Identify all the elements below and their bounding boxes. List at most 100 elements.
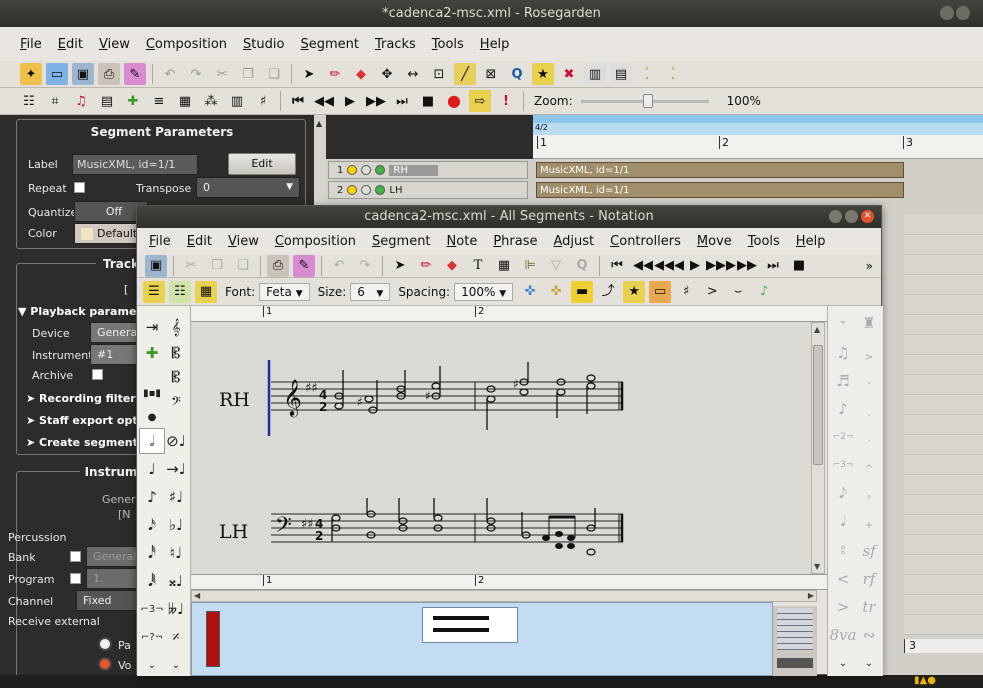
stop-icon[interactable]: ■ bbox=[417, 90, 439, 112]
beamed-sixteenths-icon[interactable]: ♬ bbox=[830, 368, 856, 394]
half-note-icon[interactable]: 𝅗𝅥 bbox=[139, 428, 165, 454]
forward-to-end-icon[interactable]: ⏭ bbox=[391, 90, 413, 112]
palette-more-icon[interactable]: ⌄ bbox=[139, 652, 165, 678]
open-icon[interactable]: ▭ bbox=[46, 63, 68, 85]
rest-quarter-icon[interactable]: - bbox=[856, 370, 882, 396]
panic-icon[interactable]: ! bbox=[495, 90, 517, 112]
notation-menu-controllers[interactable]: Controllers bbox=[602, 234, 689, 249]
notation-rewind-icon[interactable]: ◀◀ bbox=[632, 255, 654, 277]
vertical-scroll-thumb[interactable] bbox=[813, 345, 823, 465]
notation-stop-icon[interactable]: ■ bbox=[788, 255, 810, 277]
tuplet-3-icon[interactable]: ⌐3¬ bbox=[830, 452, 856, 478]
copy-icon[interactable]: ❐ bbox=[237, 63, 259, 85]
notation-print-icon[interactable]: ⎙ bbox=[267, 254, 289, 277]
notation-select-icon[interactable]: ➤ bbox=[389, 255, 411, 277]
cut-icon[interactable]: ✂ bbox=[211, 63, 233, 85]
tenor-clef-icon[interactable]: 𝄡 bbox=[163, 364, 189, 390]
devices-icon[interactable]: ▤ bbox=[610, 63, 632, 85]
print-icon[interactable]: ⎙ bbox=[98, 63, 120, 85]
notation-paste-icon[interactable]: ❏ bbox=[232, 255, 254, 277]
tie-icon[interactable]: ♪ bbox=[830, 396, 856, 422]
thirty-second-note-icon[interactable]: 𝅘𝅥𝅰 bbox=[139, 540, 165, 566]
chord-stack-icon[interactable]: ⦂ bbox=[830, 536, 856, 562]
notation-menu-note[interactable]: Note bbox=[439, 234, 486, 249]
rest-palette-more-icon[interactable]: ⌄ bbox=[830, 650, 856, 676]
bass-clef-icon[interactable]: 𝄢 bbox=[163, 390, 189, 416]
trill-icon[interactable]: tr bbox=[856, 594, 882, 620]
instrument-dropdown[interactable]: #1 bbox=[90, 344, 140, 365]
record-led-icon[interactable] bbox=[375, 185, 386, 195]
notation-top-ruler[interactable]: 1 2 bbox=[191, 306, 827, 322]
unknown-tuplet-icon[interactable]: ⌐?¬ bbox=[139, 624, 165, 650]
ottava-icon[interactable]: 8va bbox=[830, 622, 857, 648]
double-sharp-icon[interactable]: 𝄪♩ bbox=[163, 568, 189, 594]
notation-redo-icon[interactable]: ↷ bbox=[354, 255, 376, 277]
notation-bottom-ruler[interactable]: 1 2 bbox=[191, 574, 827, 590]
key-change-icon[interactable]: ♯ bbox=[675, 281, 697, 303]
grace-icon[interactable]: ● bbox=[139, 404, 165, 430]
segment-overview[interactable] bbox=[191, 602, 773, 676]
track-name[interactable]: LH bbox=[389, 185, 402, 196]
mute-led-icon[interactable] bbox=[347, 185, 358, 195]
tenuto-icon[interactable]: · bbox=[856, 428, 882, 454]
add-track-icon[interactable]: ★ bbox=[532, 63, 554, 85]
overview-viewport[interactable] bbox=[422, 607, 518, 643]
natural-note-icon[interactable]: ⊘♩ bbox=[163, 428, 189, 454]
record-icon[interactable]: ● bbox=[443, 90, 465, 112]
crescendo-icon[interactable]: > bbox=[701, 281, 723, 303]
track-row-rh[interactable]: 1 RH bbox=[328, 161, 528, 179]
transpose-dropdown[interactable]: 0 ▼ bbox=[196, 177, 300, 198]
minimize-icon[interactable] bbox=[940, 6, 954, 20]
notation-undo-icon[interactable]: ↶ bbox=[328, 255, 350, 277]
marker-icon[interactable]: ★ bbox=[623, 280, 646, 303]
flag-icon[interactable]: 𝅘𝅥 bbox=[830, 508, 856, 534]
accidental-follow-icon[interactable]: →♩ bbox=[163, 456, 189, 482]
segment-tool-icon[interactable]: ⊠ bbox=[480, 63, 502, 85]
segment-rh[interactable]: MusicXML, id=1/1 bbox=[536, 162, 904, 178]
bank-dropdown[interactable]: General bbox=[86, 546, 140, 567]
save-icon[interactable]: ▣ bbox=[72, 63, 94, 85]
solo-led-icon[interactable] bbox=[361, 165, 372, 175]
fermata-icon[interactable]: ∘ bbox=[856, 484, 882, 510]
score-svg[interactable]: 𝄞 ♯♯ 4 2 ♯ ♯♯ RH 𝄢 ♯♯ 4 2 LH bbox=[191, 322, 811, 574]
notation-ff-icon[interactable]: ▶▶ bbox=[736, 255, 758, 277]
notation-menu-move[interactable]: Move bbox=[689, 234, 740, 249]
notation-play-icon[interactable]: ▶ bbox=[684, 255, 706, 277]
size-dropdown[interactable]: 6 ▼ bbox=[350, 282, 391, 301]
bank-checkbox[interactable] bbox=[70, 551, 81, 562]
accent-icon[interactable]: ^ bbox=[856, 456, 882, 482]
notation-menu-view[interactable]: View bbox=[220, 234, 267, 249]
rest-breve-icon[interactable]: ♜ bbox=[856, 310, 882, 336]
insert-rest-icon[interactable]: ✜ bbox=[545, 281, 567, 303]
menu-tracks[interactable]: Tracks bbox=[367, 37, 424, 52]
filter-icon[interactable]: ▽ bbox=[545, 255, 567, 277]
volume-knob-icon[interactable] bbox=[98, 657, 112, 671]
event-list-icon[interactable]: ▤ bbox=[96, 90, 118, 112]
decrescendo-hairpin-icon[interactable]: > bbox=[830, 594, 856, 620]
menu-studio[interactable]: Studio bbox=[235, 37, 292, 52]
rest-whole-icon[interactable]: 𝄻 bbox=[830, 312, 856, 338]
beamed-eighths-icon[interactable]: ♫ bbox=[830, 340, 856, 366]
staff-export-section[interactable]: ➤ Staff export opt bbox=[26, 414, 138, 427]
tempo-icon[interactable]: ✚ bbox=[122, 90, 144, 112]
insert-note-icon[interactable]: ✜ bbox=[519, 281, 541, 303]
notation-quantize-icon[interactable]: Q bbox=[571, 255, 593, 277]
move-tool-icon[interactable]: ✥ bbox=[376, 63, 398, 85]
menu-tools[interactable]: Tools bbox=[424, 37, 472, 52]
toolbar-overflow[interactable]: » bbox=[866, 259, 873, 273]
notation-icon[interactable]: ♫ bbox=[70, 90, 92, 112]
chord-icon[interactable]: ♪ bbox=[753, 281, 775, 303]
notation-menu-help[interactable]: Help bbox=[788, 234, 834, 249]
channel-dropdown[interactable]: Fixed bbox=[76, 590, 140, 611]
plugin-icon[interactable]: ⁚ bbox=[636, 63, 658, 85]
notation-menu-edit[interactable]: Edit bbox=[179, 234, 220, 249]
notation-ff-bar-icon[interactable]: ▶▶▶ bbox=[706, 255, 736, 277]
mute-led-icon[interactable] bbox=[347, 165, 358, 175]
plus-icon[interactable]: + bbox=[856, 512, 882, 538]
score-horizontal-scrollbar[interactable]: ◀ ▶ bbox=[191, 590, 817, 602]
archive-checkbox[interactable] bbox=[92, 369, 103, 380]
recording-filters-section[interactable]: ➤ Recording filters bbox=[26, 392, 142, 405]
new-icon[interactable]: ✦ bbox=[20, 63, 42, 85]
track-name[interactable]: RH bbox=[389, 164, 438, 176]
crescendo-hairpin-icon[interactable]: < bbox=[830, 566, 856, 592]
